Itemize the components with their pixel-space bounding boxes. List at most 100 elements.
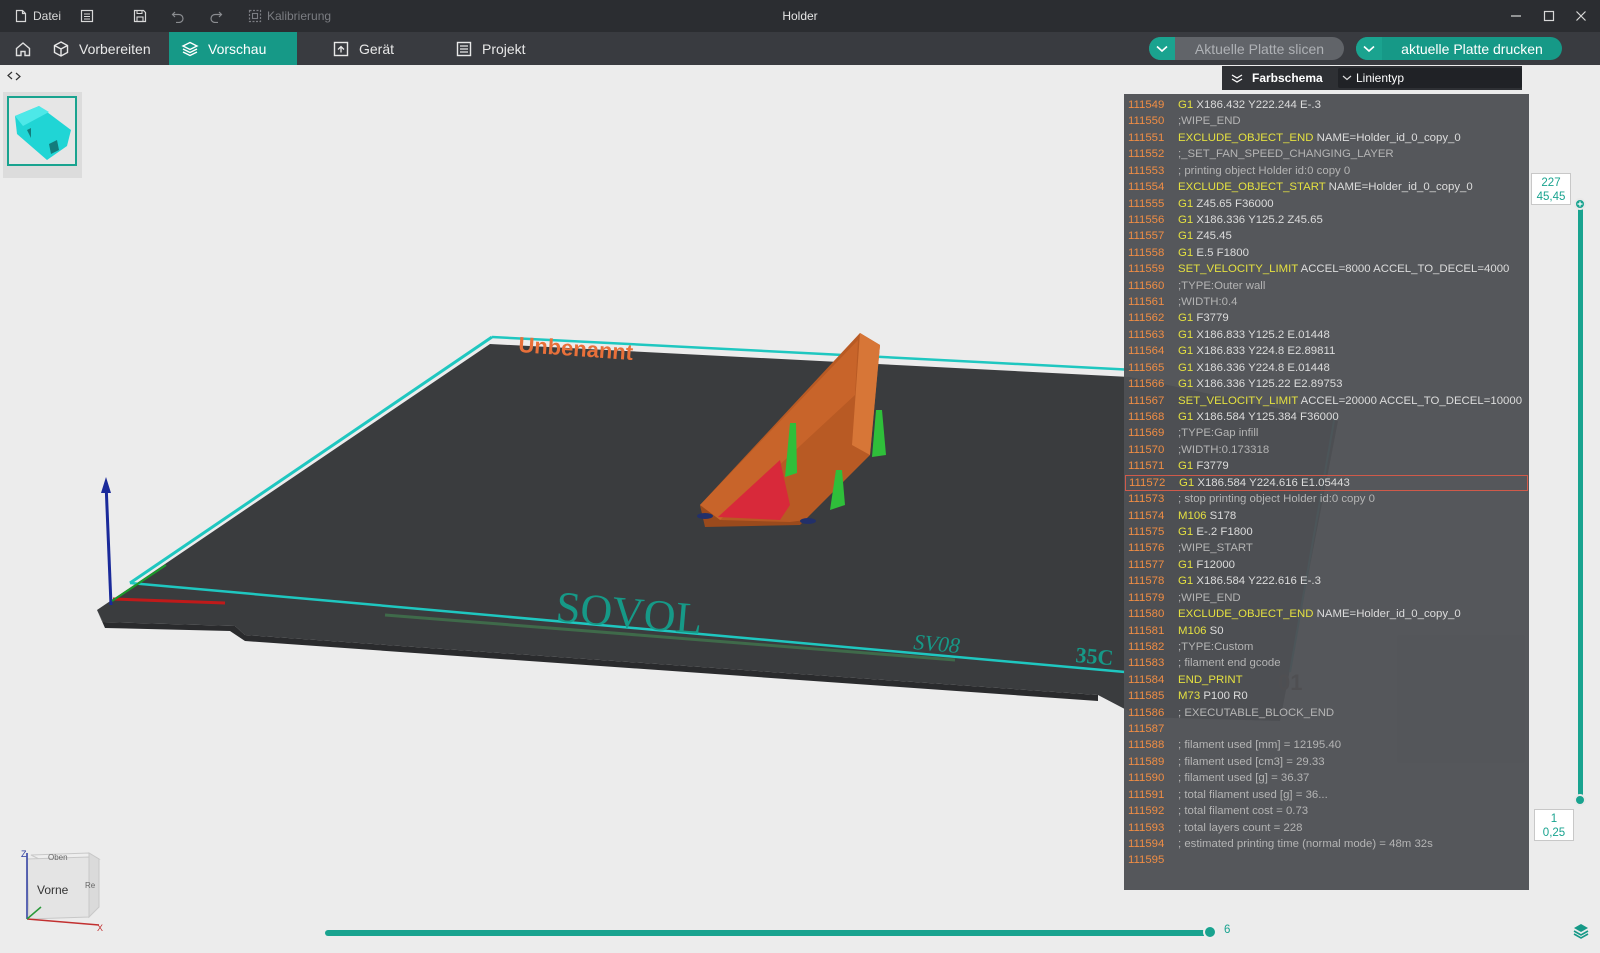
gcode-line-number: 111562	[1128, 312, 1165, 325]
3d-viewport[interactable]: Unbenannt SOVOL SV08 35C 01	[0, 65, 1600, 953]
print-dropdown-toggle[interactable]	[1356, 37, 1382, 60]
minimize-button[interactable]	[1499, 0, 1533, 32]
gcode-line[interactable]: 111557 G1 Z45.45	[1124, 228, 1529, 244]
print-plate-button[interactable]: aktuelle Platte drucken	[1356, 37, 1562, 60]
gcode-line[interactable]: 111561 ;WIDTH:0.4	[1124, 294, 1529, 310]
gcode-line[interactable]: 111581 M106 S0	[1124, 623, 1529, 639]
gcode-line[interactable]: 111553 ; printing object Holder id:0 copy…	[1124, 163, 1529, 179]
gcode-line[interactable]: 111556 G1 X186.336 Y125.2 Z45.65	[1124, 212, 1529, 228]
gcode-line[interactable]: 111573 ; stop printing object Holder id:0…	[1124, 491, 1529, 507]
gcode-command: SET_VELOCITY_LIMIT	[1178, 394, 1299, 407]
navigation-cube[interactable]: Vorne Oben Re Z X	[15, 845, 105, 935]
layer-slider-track[interactable]	[1578, 203, 1583, 801]
save-button[interactable]	[133, 0, 147, 32]
calibration-menu[interactable]: Kalibrierung	[248, 0, 331, 32]
gcode-line[interactable]: 111575 G1 E-.2 F1800	[1124, 524, 1529, 540]
gcode-line[interactable]: 111558 G1 E.5 F1800	[1124, 245, 1529, 261]
gcode-line[interactable]: 111588 ; filament used [mm] = 12195.40	[1124, 737, 1529, 753]
gcode-line[interactable]: 111586 ; EXECUTABLE_BLOCK_END	[1124, 705, 1529, 721]
slice-plate-button[interactable]: Aktuelle Platte slicen	[1149, 37, 1344, 60]
close-button[interactable]	[1564, 0, 1598, 32]
gcode-line[interactable]: 111567 SET_VELOCITY_LIMIT ACCEL=20000 ACC…	[1124, 393, 1529, 409]
gcode-arguments: P100 R0	[1200, 690, 1248, 703]
file-menu[interactable]: Datei	[14, 0, 61, 32]
tab-device[interactable]: Gerät	[320, 32, 430, 65]
tab-project[interactable]: Projekt	[443, 32, 553, 65]
gcode-line[interactable]: 111559 SET_VELOCITY_LIMIT ACCEL=8000 ACCE…	[1124, 261, 1529, 277]
gcode-line[interactable]: 111563 G1 X186.833 Y125.2 E.01448	[1124, 327, 1529, 343]
gcode-arguments: S0	[1206, 624, 1224, 637]
window-title: Holder	[782, 9, 818, 23]
collapse-legend-button[interactable]	[1222, 73, 1252, 83]
maximize-button[interactable]	[1532, 0, 1566, 32]
gcode-line[interactable]: 111587	[1124, 721, 1529, 737]
gcode-line[interactable]: 111580 EXCLUDE_OBJECT_END NAME=Holder_id_…	[1124, 606, 1529, 622]
gcode-viewer[interactable]: 111549 G1 X186.432 Y222.244 E-.3 111550 ;WI…	[1124, 94, 1529, 890]
move-slider-handle[interactable]	[1203, 925, 1217, 939]
gcode-line[interactable]: 111579 ;WIPE_END	[1124, 590, 1529, 606]
gcode-line[interactable]: 111590 ; filament used [g] = 36.37	[1124, 770, 1529, 786]
gcode-line[interactable]: 111571 G1 F3779	[1124, 458, 1529, 474]
redo-button[interactable]	[209, 0, 223, 32]
tab-prepare[interactable]: Vorbereiten	[40, 32, 168, 65]
device-icon	[333, 41, 349, 56]
gcode-line[interactable]: 111591 ; total filament used [g] = 36...	[1124, 787, 1529, 803]
gcode-line[interactable]: 111593 ; total layers count = 228	[1124, 820, 1529, 836]
gcode-line[interactable]: 111565 G1 X186.336 Y224.8 E.01448	[1124, 360, 1529, 376]
home-button[interactable]	[6, 32, 40, 65]
gcode-line[interactable]: 111577 G1 F12000	[1124, 557, 1529, 573]
gcode-line[interactable]: 111578 G1 X186.584 Y222.616 E-.3	[1124, 573, 1529, 589]
gcode-comment: ;WIPE_END	[1178, 591, 1241, 604]
file-icon	[15, 9, 27, 23]
gcode-line[interactable]: 111566 G1 X186.336 Y125.22 E2.89753	[1124, 376, 1529, 392]
gcode-arguments: E-.2 F1800	[1193, 525, 1253, 538]
calibration-label: Kalibrierung	[267, 9, 332, 23]
tab-preview[interactable]: Vorschau	[169, 32, 297, 65]
gcode-line-number: 111573	[1128, 493, 1165, 506]
gcode-line[interactable]: 111570 ;WIDTH:0.173318	[1124, 442, 1529, 458]
gcode-line[interactable]: 111569 ;TYPE:Gap infill	[1124, 425, 1529, 441]
gcode-line[interactable]: 111551 EXCLUDE_OBJECT_END NAME=Holder_id_…	[1124, 130, 1529, 146]
gcode-line[interactable]: 111568 G1 X186.584 Y125.384 F36000	[1124, 409, 1529, 425]
gcode-line[interactable]: 111552 ;_SET_FAN_SPEED_CHANGING_LAYER	[1124, 146, 1529, 162]
gcode-command: G1	[1178, 246, 1194, 259]
slice-plate-label: Aktuelle Platte slicen	[1194, 40, 1325, 57]
gcode-command: EXCLUDE_OBJECT_START	[1178, 181, 1326, 194]
layer-slider-top-handle[interactable]	[1574, 198, 1586, 210]
expand-sidebar-button[interactable]	[4, 67, 24, 85]
gcode-line-number: 111554	[1128, 181, 1165, 194]
layers-toggle-button[interactable]	[1572, 922, 1590, 940]
gcode-line[interactable]: 111572 G1 X186.584 Y224.616 E1.05443	[1125, 474, 1528, 492]
gcode-line-number: 111565	[1128, 361, 1165, 374]
gcode-line-number: 111578	[1128, 575, 1165, 588]
layer-slider-bottom-handle[interactable]	[1574, 794, 1586, 806]
gcode-line[interactable]: 111550 ;WIPE_END	[1124, 113, 1529, 129]
gcode-line[interactable]: 111582 ;TYPE:Custom	[1124, 639, 1529, 655]
gcode-line[interactable]: 111564 G1 X186.833 Y224.8 E2.89811	[1124, 343, 1529, 359]
slice-dropdown-toggle[interactable]	[1149, 37, 1175, 60]
gcode-line[interactable]: 111594 ; estimated printing time (normal …	[1124, 836, 1529, 852]
gcode-line[interactable]: 111583 ; filament end gcode	[1124, 655, 1529, 671]
gcode-line[interactable]: 111554 EXCLUDE_OBJECT_START NAME=Holder_i…	[1124, 179, 1529, 195]
gcode-line[interactable]: 111595	[1124, 852, 1529, 868]
menu-button[interactable]	[80, 0, 94, 32]
gcode-command: END_PRINT	[1178, 673, 1243, 686]
gcode-line[interactable]: 111555 G1 Z45.65 F36000	[1124, 196, 1529, 212]
gcode-line[interactable]: 111589 ; filament used [cm3] = 29.33	[1124, 754, 1529, 770]
gcode-line[interactable]: 111560 ;TYPE:Outer wall	[1124, 278, 1529, 294]
gcode-line[interactable]: 111584 END_PRINT	[1124, 672, 1529, 688]
move-slider-track[interactable]	[325, 930, 1213, 936]
gcode-line[interactable]: 111576 ;WIPE_START	[1124, 540, 1529, 556]
color-scheme-select[interactable]: Linientyp	[1338, 68, 1522, 88]
undo-button[interactable]	[171, 0, 185, 32]
gcode-command: G1	[1178, 345, 1194, 358]
calibration-icon	[248, 9, 262, 23]
gcode-line-number: 111576	[1128, 542, 1165, 555]
gcode-line[interactable]: 111574 M106 S178	[1124, 508, 1529, 524]
gcode-line[interactable]: 111562 G1 F3779	[1124, 310, 1529, 326]
gcode-command: M73	[1178, 690, 1201, 703]
gcode-line[interactable]: 111585 M73 P100 R0	[1124, 688, 1529, 704]
plate-thumbnail[interactable]	[7, 96, 77, 166]
gcode-line[interactable]: 111549 G1 X186.432 Y222.244 E-.3	[1124, 97, 1529, 113]
gcode-line[interactable]: 111592 ; total filament cost = 0.73	[1124, 803, 1529, 819]
